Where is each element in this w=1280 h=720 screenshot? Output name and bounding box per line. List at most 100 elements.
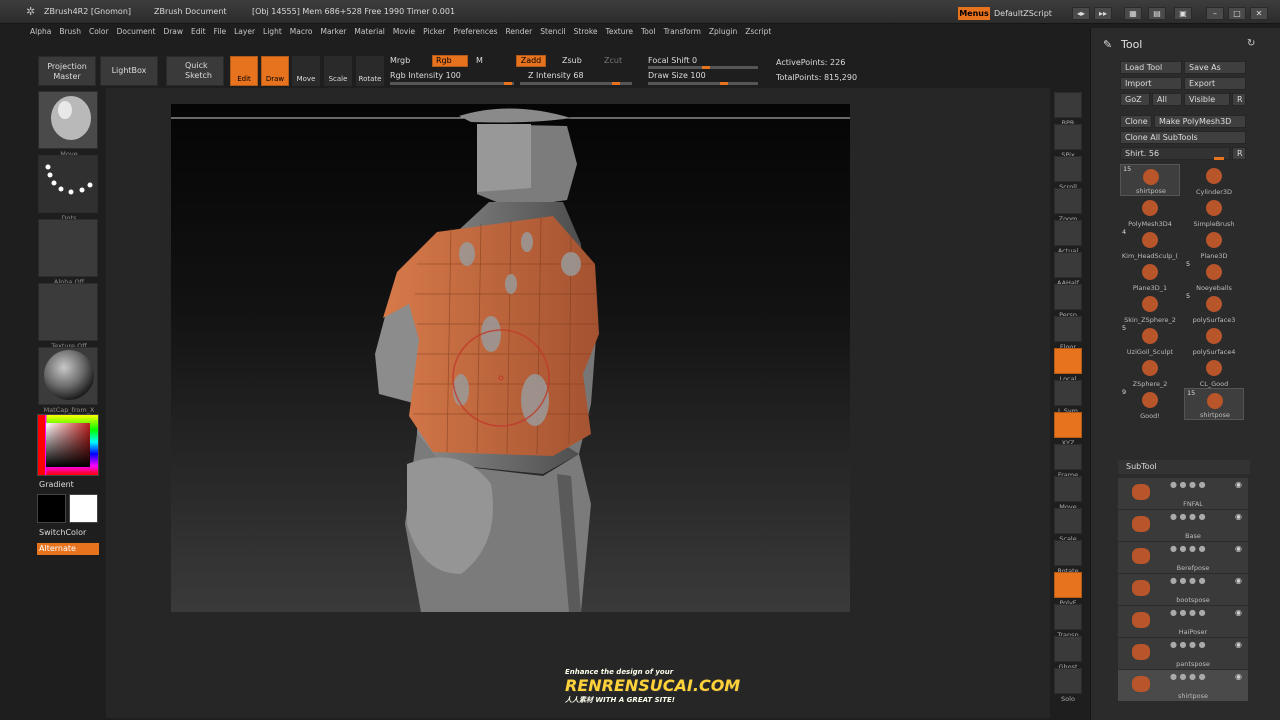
- local-button[interactable]: [1054, 348, 1082, 374]
- menu-material[interactable]: Material: [354, 25, 384, 39]
- subtool-row[interactable]: ◉ ● ● ● ● Base: [1118, 510, 1248, 542]
- move-button[interactable]: Move: [292, 56, 320, 86]
- tool-item[interactable]: Plane3D: [1184, 228, 1244, 260]
- goz-all-button[interactable]: All: [1152, 93, 1182, 106]
- subtool-toggles-icon[interactable]: ● ● ● ●: [1170, 640, 1206, 649]
- main-color-swatch[interactable]: [37, 494, 66, 523]
- eye-icon[interactable]: ◉: [1235, 544, 1242, 553]
- aahalf-button[interactable]: [1054, 252, 1082, 278]
- gradient-label[interactable]: Gradient: [39, 480, 74, 489]
- layout-icon[interactable]: ▦: [1124, 7, 1142, 20]
- zadd-toggle[interactable]: Zadd: [516, 55, 546, 67]
- transp-button[interactable]: [1054, 604, 1082, 630]
- subtool-row[interactable]: ◉ ● ● ● ● bootspose: [1118, 574, 1248, 606]
- mrgb-toggle[interactable]: Mrgb: [390, 56, 410, 65]
- floor-button[interactable]: [1054, 316, 1082, 342]
- eye-icon[interactable]: ◉: [1235, 512, 1242, 521]
- secondary-color-swatch[interactable]: [69, 494, 98, 523]
- move-button[interactable]: [1054, 476, 1082, 502]
- shirt-slider-knob[interactable]: [1214, 157, 1224, 160]
- subtool-row[interactable]: ◉ ● ● ● ● HaiPoser: [1118, 606, 1248, 638]
- tool-item[interactable]: CL_Good: [1184, 356, 1244, 388]
- subtool-row[interactable]: ◉ ● ● ● ● shirtpose: [1118, 670, 1248, 702]
- rgb-intensity-knob[interactable]: [504, 82, 512, 85]
- tool-item[interactable]: 5 UziGoil_Sculpt: [1120, 324, 1180, 356]
- menu-file[interactable]: File: [214, 25, 227, 39]
- lsym-button[interactable]: [1054, 380, 1082, 406]
- bpr-button[interactable]: [1054, 92, 1082, 118]
- layout2-icon[interactable]: ▤: [1148, 7, 1166, 20]
- persp-button[interactable]: [1054, 284, 1082, 310]
- eye-icon[interactable]: ◉: [1235, 608, 1242, 617]
- rotate-button[interactable]: [1054, 540, 1082, 566]
- tool-item[interactable]: 9 Good!: [1120, 388, 1180, 420]
- clone-all-subtools-button[interactable]: Clone All SubTools: [1120, 131, 1246, 144]
- menu-movie[interactable]: Movie: [393, 25, 415, 39]
- scroll-button[interactable]: [1054, 156, 1082, 182]
- menu-draw[interactable]: Draw: [163, 25, 183, 39]
- menu-alpha[interactable]: Alpha: [30, 25, 51, 39]
- subtool-toggles-icon[interactable]: ● ● ● ●: [1170, 512, 1206, 521]
- actual-button[interactable]: [1054, 220, 1082, 246]
- menu-stencil[interactable]: Stencil: [540, 25, 565, 39]
- make-polymesh-button[interactable]: Make PolyMesh3D: [1154, 115, 1246, 128]
- default-zscript-button[interactable]: DefaultZScript: [994, 9, 1052, 18]
- tool-item[interactable]: Skin_ZSphere_2: [1120, 292, 1180, 324]
- menu-color[interactable]: Color: [89, 25, 109, 39]
- m-toggle[interactable]: M: [476, 56, 483, 65]
- lightbox-button[interactable]: LightBox: [100, 56, 158, 86]
- menu-texture[interactable]: Texture: [606, 25, 633, 39]
- menu-marker[interactable]: Marker: [320, 25, 346, 39]
- save-as-button[interactable]: Save As: [1184, 61, 1246, 74]
- polyf-button[interactable]: [1054, 572, 1082, 598]
- alpha-thumbnail[interactable]: Alpha Off: [38, 219, 98, 286]
- goz-button[interactable]: GoZ: [1120, 93, 1150, 106]
- export-button[interactable]: Export: [1184, 77, 1246, 90]
- rgb-toggle[interactable]: Rgb: [432, 55, 468, 67]
- switchcolor-button[interactable]: SwitchColor: [39, 528, 86, 537]
- next-icon[interactable]: ▸▸: [1094, 7, 1112, 20]
- maximize-icon[interactable]: □: [1228, 7, 1246, 20]
- sculpt-model[interactable]: [171, 104, 850, 612]
- subtool-row[interactable]: ◉ ● ● ● ● FNFAL: [1118, 478, 1248, 510]
- lock-icon[interactable]: ▣: [1174, 7, 1192, 20]
- frame-button[interactable]: [1054, 444, 1082, 470]
- menu-brush[interactable]: Brush: [59, 25, 81, 39]
- color-field[interactable]: [46, 423, 90, 467]
- rotate-button[interactable]: Rotate: [356, 56, 384, 86]
- brush-thumbnail[interactable]: Move: [38, 91, 98, 158]
- menu-preferences[interactable]: Preferences: [453, 25, 497, 39]
- material-thumbnail[interactable]: MatCap_from_X: [38, 347, 98, 414]
- tool-item[interactable]: 4 Kim_HeadSculp_(: [1120, 228, 1180, 260]
- close-icon[interactable]: ✕: [1250, 7, 1268, 20]
- menu-layer[interactable]: Layer: [234, 25, 255, 39]
- import-button[interactable]: Import: [1120, 77, 1182, 90]
- tool-item[interactable]: Cylinder3D: [1184, 164, 1244, 196]
- subtool-toggles-icon[interactable]: ● ● ● ●: [1170, 544, 1206, 553]
- menu-macro[interactable]: Macro: [290, 25, 313, 39]
- color-picker[interactable]: [37, 414, 99, 476]
- tool-item[interactable]: Plane3D_1: [1120, 260, 1180, 292]
- subtool-toggles-icon[interactable]: ● ● ● ●: [1170, 480, 1206, 489]
- eye-icon[interactable]: ◉: [1235, 480, 1242, 489]
- menu-tool[interactable]: Tool: [641, 25, 656, 39]
- menu-zplugin[interactable]: Zplugin: [709, 25, 737, 39]
- draw-button[interactable]: Draw: [261, 56, 289, 86]
- z-intensity-knob[interactable]: [612, 82, 620, 85]
- eye-icon[interactable]: ◉: [1235, 576, 1242, 585]
- menu-zscript[interactable]: Zscript: [745, 25, 771, 39]
- menu-stroke[interactable]: Stroke: [574, 25, 598, 39]
- tool-item[interactable]: PolyMesh3D4: [1120, 196, 1180, 228]
- solo-button[interactable]: [1054, 668, 1082, 694]
- xyz-button[interactable]: [1054, 412, 1082, 438]
- goz-r-button[interactable]: R: [1232, 93, 1246, 106]
- tool-item[interactable]: SimpleBrush: [1184, 196, 1244, 228]
- zcut-toggle[interactable]: Zcut: [604, 56, 622, 65]
- tool-item[interactable]: polySurface4: [1184, 324, 1244, 356]
- tool-palette-title[interactable]: Tool: [1121, 38, 1142, 51]
- subtool-toggles-icon[interactable]: ● ● ● ●: [1170, 608, 1206, 617]
- tool-item[interactable]: ZSphere_2: [1120, 356, 1180, 388]
- quick-sketch-button[interactable]: Quick Sketch: [166, 56, 224, 86]
- subtool-toggles-icon[interactable]: ● ● ● ●: [1170, 576, 1206, 585]
- subtool-toggles-icon[interactable]: ● ● ● ●: [1170, 672, 1206, 681]
